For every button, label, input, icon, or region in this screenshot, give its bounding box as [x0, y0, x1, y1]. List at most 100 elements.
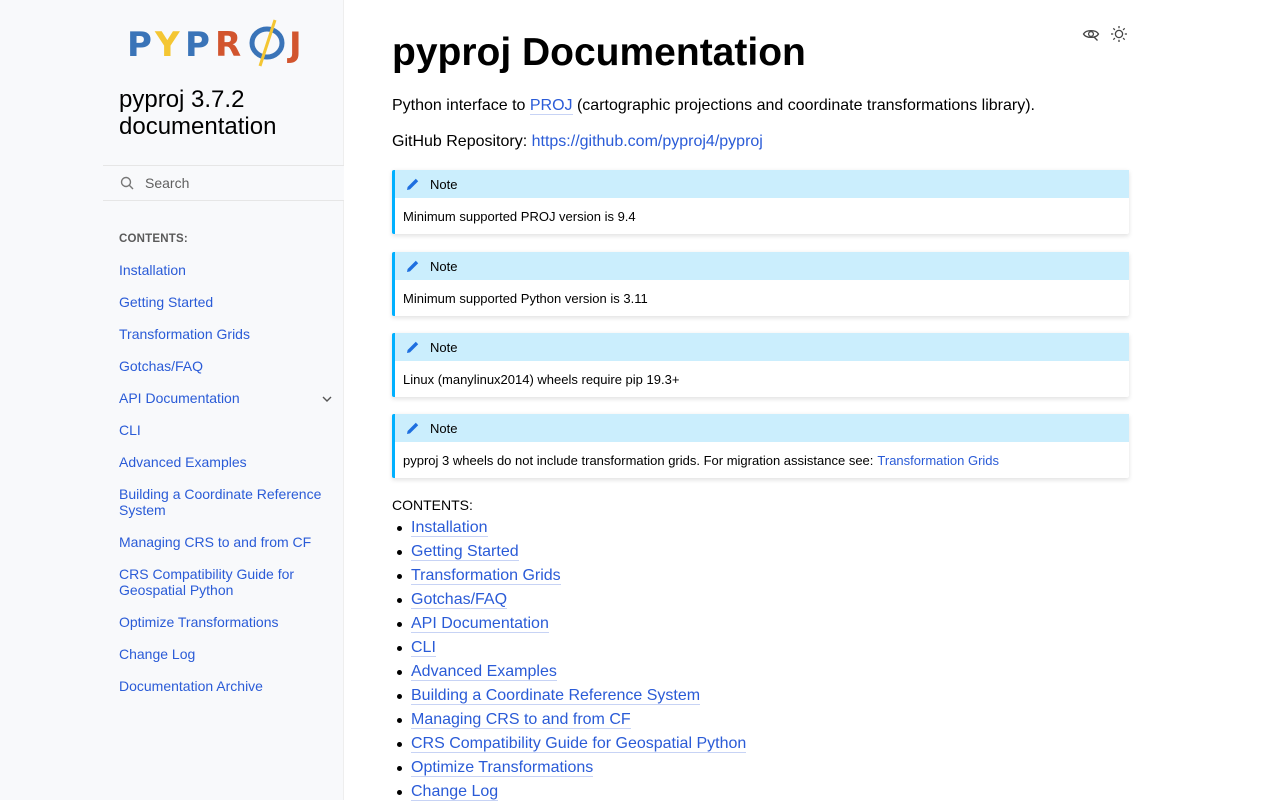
sidebar-nav: Installation Getting Started Transformat… [119, 260, 339, 708]
note-title: Note [430, 176, 458, 192]
main-content: pyproj Documentation Python interface to… [392, 0, 1129, 801]
page-title: pyproj Documentation [392, 31, 806, 74]
repo-paragraph: GitHub Repository: https://github.com/py… [392, 132, 763, 152]
sidebar-item-label: CRS Compatibility Guide for Geospatial P… [119, 566, 295, 598]
sidebar-item-gotchas-faq[interactable]: Gotchas/FAQ [119, 356, 339, 388]
sidebar-item-documentation-archive[interactable]: Documentation Archive [119, 676, 339, 708]
note-title: Note [430, 420, 458, 436]
sidebar-item-change-log[interactable]: Change Log [119, 644, 339, 676]
sidebar-item-building-crs[interactable]: Building a Coordinate Reference System [119, 484, 339, 532]
sidebar-item-label: CLI [119, 422, 141, 438]
sidebar-item-api-documentation[interactable]: API Documentation [119, 388, 339, 420]
sidebar-item-label: Change Log [119, 646, 196, 662]
intro-suffix: (cartographic projections and coordinate… [572, 97, 1035, 114]
pyproj-logo[interactable]: P Y P R J [127, 18, 321, 68]
sidebar-item-label: Installation [119, 262, 186, 278]
list-item: Gotchas/FAQ [396, 588, 746, 612]
sidebar-item-label: Optimize Transformations [119, 614, 279, 630]
list-item: Managing CRS to and from CF [396, 708, 746, 732]
list-item: Transformation Grids [396, 564, 746, 588]
note-body-text: pyproj 3 wheels do not include transform… [403, 452, 874, 468]
note-header: Note [395, 414, 1129, 442]
svg-text:J: J [287, 25, 302, 65]
note-body: pyproj 3 wheels do not include transform… [395, 442, 1129, 478]
contents-list: Installation Getting Started Transformat… [392, 516, 747, 804]
note-title: Note [430, 339, 458, 355]
intro-prefix: Python interface to [392, 97, 530, 114]
note-title: Note [430, 258, 458, 274]
pencil-icon [405, 339, 421, 355]
github-repo-link[interactable]: https://github.com/pyproj4/pyproj [532, 133, 763, 150]
list-item: Building a Coordinate Reference System [396, 684, 746, 708]
contents-caption: CONTENTS: [392, 497, 473, 513]
list-item: Installation [396, 516, 746, 540]
note-body: Minimum supported Python version is 3.11 [403, 290, 648, 306]
svg-text:P: P [127, 25, 152, 65]
list-item: Optimize Transformations [396, 756, 746, 780]
note-body: Linux (manylinux2014) wheels require pip… [403, 371, 680, 387]
list-item: Change Log [396, 780, 746, 804]
note-body: Minimum supported PROJ version is 9.4 [403, 208, 636, 224]
contents-link-optimize-transformations[interactable]: Optimize Transformations [411, 759, 594, 777]
sidebar-item-managing-crs-cf[interactable]: Managing CRS to and from CF [119, 532, 339, 564]
svg-text:R: R [215, 25, 241, 65]
search-input[interactable] [143, 168, 333, 198]
sidebar-item-label: Advanced Examples [119, 454, 247, 470]
search-icon [119, 175, 135, 191]
contents-link-api-documentation[interactable]: API Documentation [411, 615, 549, 633]
pencil-icon [405, 258, 421, 274]
repo-label: GitHub Repository: [392, 133, 532, 150]
note-header: Note [395, 170, 1129, 198]
svg-text:P: P [185, 25, 210, 65]
sidebar-item-cli[interactable]: CLI [119, 420, 339, 452]
proj-link[interactable]: PROJ [529, 97, 573, 115]
intro-paragraph: Python interface to PROJ (cartographic p… [392, 96, 1035, 116]
header-actions [1081, 24, 1129, 44]
sun-icon[interactable] [1109, 24, 1129, 44]
sidebar-item-label: Transformation Grids [119, 326, 250, 342]
sidebar-caption: CONTENTS: [119, 233, 188, 245]
list-item: Getting Started [396, 540, 746, 564]
transformation-grids-link[interactable]: Transformation Grids [877, 453, 999, 468]
contents-link-installation[interactable]: Installation [411, 519, 488, 537]
svg-text:Y: Y [154, 25, 180, 65]
sidebar-item-label: Documentation Archive [119, 678, 263, 694]
pencil-icon [405, 176, 421, 192]
sidebar-item-label: Building a Coordinate Reference System [119, 486, 322, 518]
sidebar-item-transformation-grids[interactable]: Transformation Grids [119, 324, 339, 356]
eye-icon[interactable] [1081, 24, 1101, 44]
contents-link-crs-compat-guide[interactable]: CRS Compatibility Guide for Geospatial P… [411, 735, 747, 753]
search-box[interactable] [103, 165, 344, 201]
pencil-icon [405, 420, 421, 436]
note-header: Note [395, 333, 1129, 361]
contents-link-gotchas-faq[interactable]: Gotchas/FAQ [411, 591, 508, 609]
sidebar-item-label: Gotchas/FAQ [119, 358, 204, 374]
sidebar-item-label: Getting Started [119, 294, 214, 310]
sidebar-item-getting-started[interactable]: Getting Started [119, 292, 339, 324]
sidebar-item-label: API Documentation [119, 390, 240, 406]
sidebar-item-advanced-examples[interactable]: Advanced Examples [119, 452, 339, 484]
note-admonition: Note Linux (manylinux2014) wheels requir… [392, 333, 1129, 397]
list-item: Advanced Examples [396, 660, 746, 684]
sidebar-item-crs-compat-guide[interactable]: CRS Compatibility Guide for Geospatial P… [119, 564, 339, 612]
contents-link-transformation-grids[interactable]: Transformation Grids [411, 567, 561, 585]
list-item: CRS Compatibility Guide for Geospatial P… [396, 732, 747, 756]
list-item: CLI [396, 636, 746, 660]
sidebar: P Y P R J pyproj 3.7.2 documentation CON… [0, 0, 344, 800]
note-admonition: Note Minimum supported PROJ version is 9… [392, 170, 1129, 234]
contents-link-managing-crs-cf[interactable]: Managing CRS to and from CF [411, 711, 631, 729]
contents-link-cli[interactable]: CLI [411, 639, 436, 657]
contents-link-building-crs[interactable]: Building a Coordinate Reference System [411, 687, 701, 705]
contents-link-getting-started[interactable]: Getting Started [411, 543, 519, 561]
sidebar-item-installation[interactable]: Installation [119, 260, 339, 292]
note-admonition: Note Minimum supported Python version is… [392, 252, 1129, 316]
sidebar-item-label: Managing CRS to and from CF [119, 534, 312, 550]
sidebar-item-optimize-transformations[interactable]: Optimize Transformations [119, 612, 339, 644]
note-header: Note [395, 252, 1129, 280]
contents-link-advanced-examples[interactable]: Advanced Examples [411, 663, 557, 681]
contents-link-change-log[interactable]: Change Log [411, 783, 499, 801]
chevron-down-icon[interactable] [321, 392, 333, 404]
list-item: API Documentation [396, 612, 746, 636]
note-admonition: Note pyproj 3 wheels do not include tran… [392, 414, 1129, 478]
project-title[interactable]: pyproj 3.7.2 documentation [119, 86, 339, 140]
